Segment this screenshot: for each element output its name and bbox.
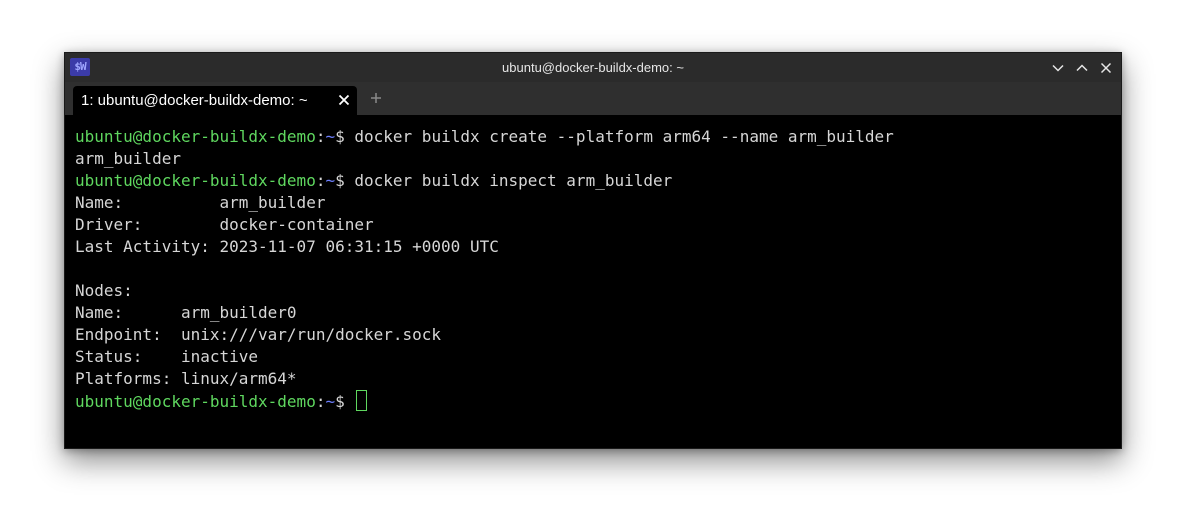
prompt-dollar: $ (335, 127, 355, 146)
terminal-line-status: Status: inactive (75, 347, 259, 366)
minimize-icon[interactable] (1049, 59, 1067, 77)
terminal-line-endpoint: Endpoint: unix:///var/run/docker.sock (75, 325, 442, 344)
terminal-line-cmd1: ubuntu@docker-buildx-demo:~$ docker buil… (75, 126, 1121, 148)
new-tab-plus-icon[interactable] (369, 91, 383, 105)
prompt-user-host: ubuntu@docker-buildx-demo (75, 127, 316, 146)
text-cursor[interactable] (356, 390, 368, 411)
prompt-user-host: ubuntu@docker-buildx-demo (75, 392, 316, 411)
terminal-window: $W ubuntu@docker-buildx-demo: ~ 1: ubunt… (64, 52, 1122, 449)
terminal-line-node-name: Name: arm_builder0 (75, 303, 297, 322)
tab-label: 1: ubuntu@docker-buildx-demo: ~ (81, 92, 308, 109)
terminal-line-cmd2: ubuntu@docker-buildx-demo:~$ docker buil… (75, 170, 1121, 192)
prompt-path: ~ (325, 392, 336, 411)
tab-1[interactable]: 1: ubuntu@docker-buildx-demo: ~ (73, 86, 357, 115)
terminal-line-driver: Driver: docker-container (75, 215, 374, 234)
terminal-line-name: Name: arm_builder (75, 193, 326, 212)
close-icon[interactable] (1097, 59, 1115, 77)
maximize-icon[interactable] (1073, 59, 1091, 77)
prompt-path: ~ (325, 127, 336, 146)
terminal-output[interactable]: ubuntu@docker-buildx-demo:~$ docker buil… (65, 115, 1121, 448)
prompt-user-host: ubuntu@docker-buildx-demo (75, 171, 316, 190)
terminal-line-prompt: ubuntu@docker-buildx-demo:~$ (75, 390, 1121, 412)
title-bar[interactable]: $W ubuntu@docker-buildx-demo: ~ (65, 53, 1121, 82)
command-text: docker buildx create --platform arm64 --… (354, 127, 894, 146)
prompt-dollar: $ (335, 171, 355, 190)
terminal-line-output: arm_builder (75, 149, 181, 168)
terminal-line-activity: Last Activity: 2023-11-07 06:31:15 +0000… (75, 237, 499, 256)
prompt-dollar: $ (335, 392, 355, 411)
terminal-line-platforms: Platforms: linux/arm64* (75, 369, 297, 388)
window-title: ubuntu@docker-buildx-demo: ~ (502, 60, 684, 75)
terminal-app-icon[interactable]: $W (70, 58, 90, 76)
window-controls (1049, 53, 1115, 82)
terminal-line-nodes: Nodes: (75, 281, 133, 300)
tab-close-icon[interactable] (337, 93, 351, 107)
command-text: docker buildx inspect arm_builder (354, 171, 673, 190)
tab-bar: 1: ubuntu@docker-buildx-demo: ~ (65, 82, 1121, 115)
prompt-path: ~ (325, 171, 336, 190)
